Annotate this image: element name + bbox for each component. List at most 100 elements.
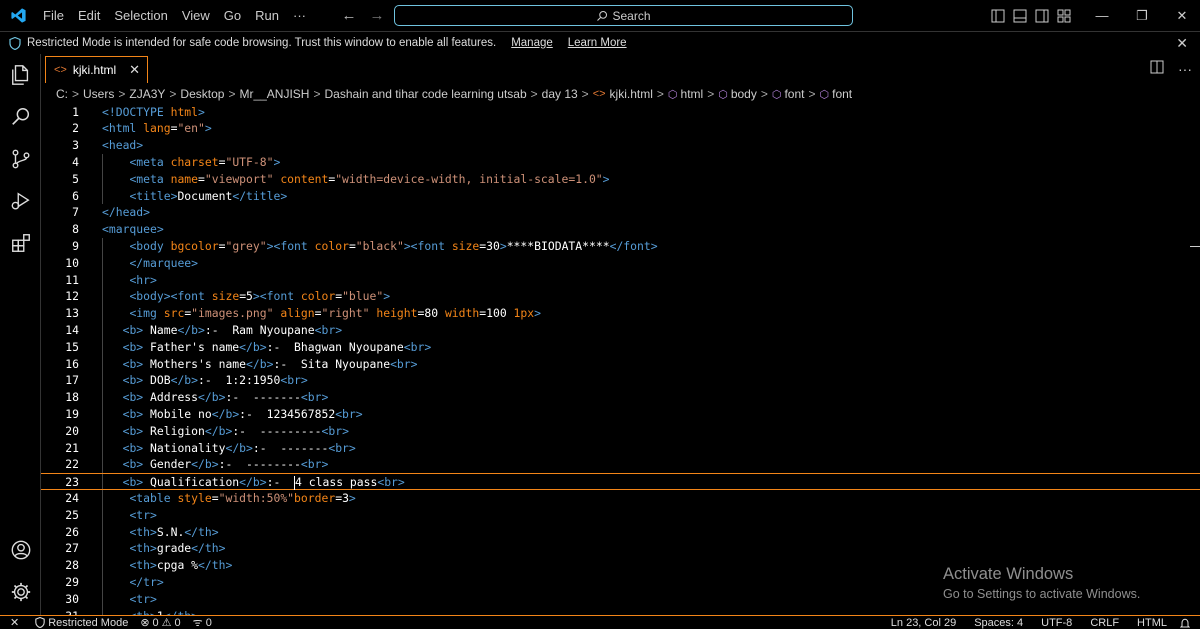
watermark-subtitle: Go to Settings to activate Windows. [943,587,1141,601]
code-line[interactable]: 6 <title>Document</title> [41,188,1200,205]
menu-go[interactable]: Go [217,0,248,31]
source-control-icon[interactable] [8,146,34,172]
run-and-debug-icon[interactable] [8,188,34,214]
code-line[interactable]: 19 <b> Mobile no</b>:- 1234567852<br> [41,406,1200,423]
menu-file[interactable]: File [36,0,71,31]
toggle-panel-icon[interactable] [1012,8,1028,24]
code-line[interactable]: 14 <b> Name</b>:- Ram Nyoupane<br> [41,322,1200,339]
menu-view[interactable]: View [175,0,217,31]
line-code: <tr> [129,591,157,606]
code-line[interactable]: 9 <body bgcolor="grey"><font color="blac… [41,238,1200,255]
error-icon: ⊗ [140,617,150,629]
tab-kjki-html[interactable]: <> kjki.html ✕ [45,56,148,83]
code-line[interactable]: 15 <b> Father's name</b>:- Bhagwan Nyoup… [41,339,1200,356]
breadcrumb-item[interactable]: day 13 [542,87,578,101]
split-editor-icon[interactable] [1150,60,1164,77]
layout-controls [990,0,1072,31]
code-line[interactable]: 1 <!DOCTYPE html> [41,104,1200,120]
menu-run[interactable]: Run [248,0,286,31]
code-line[interactable]: 25 <tr> [41,507,1200,524]
toggle-secondary-sidebar-icon[interactable] [1034,8,1050,24]
text-cursor [294,475,296,490]
menu-more[interactable]: ··· [286,0,313,31]
breadcrumb-item[interactable]: Desktop [180,87,224,101]
line-number: 15 [65,339,79,354]
breadcrumb-symbol[interactable]: body [731,87,757,101]
forward-arrow-icon[interactable]: → [368,7,386,24]
code-line[interactable]: 12 <body><font size=5><font color="blue"… [41,288,1200,305]
accounts-icon[interactable] [8,537,34,563]
code-line[interactable]: 11 <hr> [41,272,1200,289]
code-line[interactable]: 22 <b> Gender</b>:- --------<br> [41,456,1200,473]
chevron-right-icon: > [581,87,589,101]
cursor-position[interactable]: Ln 23, Col 29 [882,617,965,629]
breadcrumb-item[interactable]: Mr__ANJISH [239,87,309,101]
toggle-primary-sidebar-icon[interactable] [990,8,1006,24]
line-number: 23 [65,475,79,490]
code-line[interactable]: 8 <marquee> [41,221,1200,238]
code-line[interactable]: 2 <html lang="en"> [41,120,1200,137]
problems-status[interactable]: ⊗ 0 ⚠ 0 [134,616,186,629]
notifications-bell-icon[interactable] [1176,618,1194,629]
more-actions-icon[interactable]: ··· [1178,61,1192,77]
restricted-mode-status[interactable]: Restricted Mode [29,617,134,629]
remote-indicator-icon[interactable]: ✕ [0,616,29,629]
code-line[interactable]: 3 <head> [41,137,1200,154]
code-line[interactable]: 27 <th>grade</th> [41,540,1200,557]
search-view-icon[interactable] [8,104,34,130]
line-number: 21 [65,440,79,455]
extensions-icon[interactable] [8,230,34,256]
line-number: 28 [65,558,79,573]
breadcrumb-symbol[interactable]: html [681,87,704,101]
learn-more-link[interactable]: Learn More [568,37,627,49]
line-code: </tr> [129,575,164,589]
menu-selection[interactable]: Selection [107,0,174,31]
customize-layout-icon[interactable] [1056,8,1072,24]
end-of-line[interactable]: CRLF [1081,617,1128,629]
code-line[interactable]: 7 </head> [41,204,1200,221]
code-line[interactable]: 21 <b> Nationality</b>:- -------<br> [41,440,1200,457]
breadcrumb-item[interactable]: Dashain and tihar code learning utsab [324,87,526,101]
code-line[interactable]: 18 <b> Address</b>:- -------<br> [41,389,1200,406]
menu-edit[interactable]: Edit [71,0,107,31]
back-arrow-icon[interactable]: ← [340,7,358,24]
line-code: <b> Address</b>:- -------<br> [122,390,329,405]
code-line[interactable]: 24 <table style="width:50%"border=3> [41,490,1200,507]
indentation[interactable]: Spaces: 4 [965,617,1032,629]
code-line[interactable]: 23 <b> Qualification</b>:- 4 class pass<… [41,473,1200,490]
manage-link[interactable]: Manage [511,37,553,49]
code-line[interactable]: 26 <th>S.N.</th> [41,524,1200,541]
code-editor[interactable]: 1 <!DOCTYPE html> 2 <html lang="en"> 3 <head>… [41,104,1200,615]
language-mode[interactable]: HTML [1128,617,1176,629]
code-line[interactable]: 31 <th>1</th> [41,608,1200,615]
restore-icon[interactable]: ❐ [1122,0,1162,31]
code-line[interactable]: 13 <img src="images.png" align="right" h… [41,305,1200,322]
code-line[interactable]: 10 </marquee> [41,255,1200,272]
breadcrumb-symbol[interactable]: font [832,87,852,101]
encoding[interactable]: UTF-8 [1032,617,1081,629]
breadcrumb-item[interactable]: Users [83,87,114,101]
line-code: <html lang="en"> [102,121,212,136]
explorer-icon[interactable] [8,62,34,88]
shield-icon [9,36,21,50]
ports-status[interactable]: ᯤ0 [187,615,218,629]
code-line[interactable]: 5 <meta name="viewport" content="width=d… [41,171,1200,188]
banner-close-icon[interactable]: ✕ [1176,35,1188,52]
line-number: 5 [72,171,79,186]
code-line[interactable]: 20 <b> Religion</b>:- ---------<br> [41,423,1200,440]
breadcrumb-item[interactable]: ZJA3Y [129,87,165,101]
breadcrumb-file[interactable]: kjki.html [610,87,653,101]
command-center-search[interactable]: Search [394,5,853,26]
breadcrumb-item[interactable]: C: [56,87,68,101]
settings-gear-icon[interactable] [8,579,34,605]
code-line[interactable]: 16 <b> Mothers's name</b>:- Sita Nyoupan… [41,356,1200,373]
code-line[interactable]: 4 <meta charset="UTF-8"> [41,154,1200,171]
minimize-icon[interactable]: — [1082,0,1122,31]
code-line[interactable]: 17 <b> DOB</b>:- 1:2:1950<br> [41,372,1200,389]
line-code: <b> Nationality</b>:- -------<br> [122,440,356,455]
tab-close-icon[interactable]: ✕ [129,62,140,78]
close-window-icon[interactable]: ✕ [1162,0,1200,31]
search-label: Search [612,8,651,23]
breadcrumb-symbol[interactable]: font [784,87,804,101]
chevron-right-icon: > [530,87,538,101]
